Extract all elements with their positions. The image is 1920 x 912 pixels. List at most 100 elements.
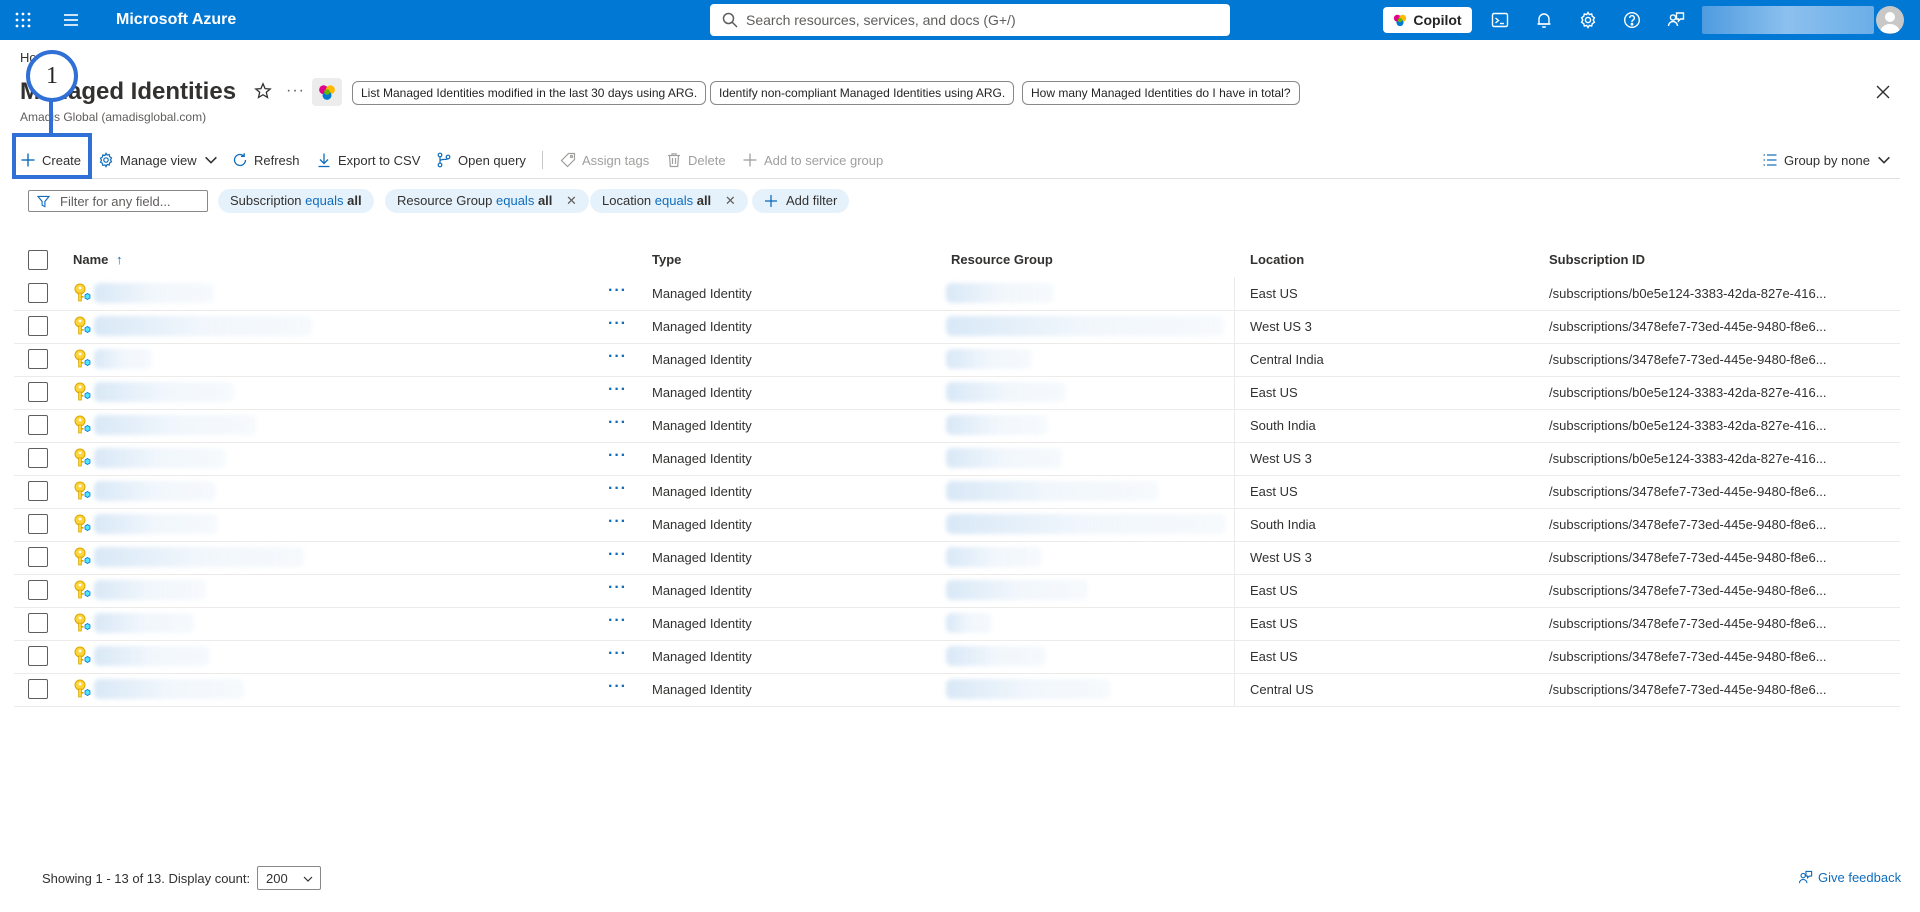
row-checkbox[interactable]	[28, 646, 48, 666]
row-more-actions-icon[interactable]: ···	[608, 678, 627, 696]
menu-icon[interactable]	[60, 9, 82, 31]
avatar[interactable]	[1876, 6, 1904, 34]
redacted-resource-group[interactable]	[946, 646, 1046, 666]
bell-icon[interactable]	[1533, 9, 1555, 31]
table-row[interactable]: ··· Managed Identity West US 3/subscriptio…	[14, 541, 1900, 575]
suggestion-chip-3[interactable]: How many Managed Identities do I have in…	[1022, 81, 1300, 105]
row-more-actions-icon[interactable]: ···	[608, 612, 627, 630]
table-row[interactable]: ··· Managed Identity East US/subscriptions…	[14, 376, 1900, 410]
filter-input[interactable]: Filter for any field...	[28, 190, 208, 212]
row-more-actions-icon[interactable]: ···	[608, 513, 627, 531]
row-checkbox[interactable]	[28, 547, 48, 567]
close-icon[interactable]	[1874, 83, 1892, 101]
assign-tags-button[interactable]: Assign tags	[560, 148, 649, 172]
remove-filter-icon[interactable]: ✕	[566, 193, 577, 208]
redacted-resource-group[interactable]	[946, 679, 1110, 699]
row-more-actions-icon[interactable]: ···	[608, 579, 627, 597]
help-icon[interactable]	[1621, 9, 1643, 31]
row-more-actions-icon[interactable]: ···	[608, 315, 627, 333]
row-more-actions-icon[interactable]: ···	[608, 480, 627, 498]
redacted-resource-group[interactable]	[946, 382, 1066, 402]
table-row[interactable]: ··· Managed Identity West US 3/subscriptio…	[14, 310, 1900, 344]
redacted-name[interactable]	[94, 646, 210, 666]
copilot-button[interactable]: Copilot	[1383, 7, 1472, 33]
remove-filter-icon[interactable]: ✕	[725, 193, 736, 208]
table-row[interactable]: ··· Managed Identity East US/subscriptions…	[14, 640, 1900, 674]
redacted-resource-group[interactable]	[946, 415, 1048, 435]
redacted-name[interactable]	[94, 448, 226, 468]
row-checkbox[interactable]	[28, 679, 48, 699]
redacted-name[interactable]	[94, 382, 234, 402]
column-header-location[interactable]: Location	[1250, 252, 1304, 267]
redacted-name[interactable]	[94, 415, 256, 435]
column-header-subscription[interactable]: Subscription ID	[1549, 252, 1645, 267]
redacted-name[interactable]	[94, 316, 312, 336]
suggestion-chip-1[interactable]: List Managed Identities modified in the …	[352, 81, 707, 105]
redacted-name[interactable]	[94, 679, 244, 699]
global-search[interactable]: Search resources, services, and docs (G+…	[710, 4, 1230, 36]
redacted-name[interactable]	[94, 349, 152, 369]
redacted-resource-group[interactable]	[946, 349, 1032, 369]
open-query-button[interactable]: Open query	[436, 148, 526, 172]
row-checkbox[interactable]	[28, 514, 48, 534]
redacted-resource-group[interactable]	[946, 448, 1062, 468]
add-filter-button[interactable]: Add filter	[752, 189, 850, 213]
row-more-actions-icon[interactable]: ···	[608, 447, 627, 465]
row-checkbox[interactable]	[28, 448, 48, 468]
display-count-select[interactable]: 200	[257, 866, 321, 890]
favorite-star-icon[interactable]	[254, 82, 272, 100]
row-checkbox[interactable]	[28, 613, 48, 633]
redacted-resource-group[interactable]	[946, 283, 1054, 303]
redacted-resource-group[interactable]	[946, 481, 1158, 501]
table-row[interactable]: ··· Managed Identity West US 3/subscriptio…	[14, 442, 1900, 476]
table-row[interactable]: ··· Managed Identity East US/subscriptions…	[14, 607, 1900, 641]
feedback-icon[interactable]	[1665, 9, 1687, 31]
row-more-actions-icon[interactable]: ···	[608, 414, 627, 432]
delete-button[interactable]: Delete	[666, 148, 726, 172]
row-checkbox[interactable]	[28, 316, 48, 336]
row-more-actions-icon[interactable]: ···	[608, 546, 627, 564]
redacted-resource-group[interactable]	[946, 316, 1224, 336]
filter-pill-resource-group[interactable]: Resource Group equals all ✕	[385, 189, 589, 213]
redacted-resource-group[interactable]	[946, 514, 1226, 534]
row-more-actions-icon[interactable]: ···	[608, 381, 627, 399]
add-service-group-button[interactable]: Add to service group	[742, 148, 883, 172]
row-checkbox[interactable]	[28, 349, 48, 369]
column-header-resource-group[interactable]: Resource Group	[951, 252, 1053, 267]
account-info[interactable]	[1702, 6, 1874, 34]
redacted-name[interactable]	[94, 547, 304, 567]
suggestion-chip-2[interactable]: Identify non-compliant Managed Identitie…	[710, 81, 1015, 105]
manage-view-button[interactable]: Manage view	[98, 148, 219, 172]
redacted-name[interactable]	[94, 514, 218, 534]
gear-icon[interactable]	[1577, 9, 1599, 31]
row-checkbox[interactable]	[28, 580, 48, 600]
table-row[interactable]: ··· Managed Identity Central India/subscri…	[14, 343, 1900, 377]
group-by-dropdown[interactable]: Group by none	[1762, 148, 1892, 172]
row-checkbox[interactable]	[28, 481, 48, 501]
terminal-icon[interactable]	[1489, 9, 1511, 31]
column-header-name[interactable]: Name ↑	[73, 252, 123, 267]
table-row[interactable]: ··· Managed Identity East US/subscriptions…	[14, 574, 1900, 608]
row-more-actions-icon[interactable]: ···	[608, 348, 627, 366]
redacted-name[interactable]	[94, 481, 216, 501]
brand-title[interactable]: Microsoft Azure	[116, 0, 236, 40]
filter-pill-location[interactable]: Location equals all ✕	[590, 189, 748, 213]
table-row[interactable]: ··· Managed Identity South India/subscript…	[14, 508, 1900, 542]
waffle-icon[interactable]	[12, 9, 34, 31]
row-more-actions-icon[interactable]: ···	[608, 645, 627, 663]
filter-pill-subscription[interactable]: Subscription equals all	[218, 189, 374, 213]
table-row[interactable]: ··· Managed Identity East US/subscriptions…	[14, 277, 1900, 311]
row-more-actions-icon[interactable]: ···	[608, 282, 627, 300]
table-row[interactable]: ··· Managed Identity East US/subscriptions…	[14, 475, 1900, 509]
redacted-resource-group[interactable]	[946, 547, 1042, 567]
export-csv-button[interactable]: Export to CSV	[316, 148, 420, 172]
redacted-name[interactable]	[94, 613, 194, 633]
give-feedback-link[interactable]: Give feedback	[1798, 870, 1901, 885]
select-all-checkbox[interactable]	[28, 250, 48, 270]
redacted-name[interactable]	[94, 580, 206, 600]
column-header-type[interactable]: Type	[652, 252, 681, 267]
more-options-icon[interactable]: ···	[286, 82, 305, 100]
refresh-button[interactable]: Refresh	[232, 148, 300, 172]
table-row[interactable]: ··· Managed Identity Central US/subscripti…	[14, 673, 1900, 707]
redacted-name[interactable]	[94, 283, 214, 303]
